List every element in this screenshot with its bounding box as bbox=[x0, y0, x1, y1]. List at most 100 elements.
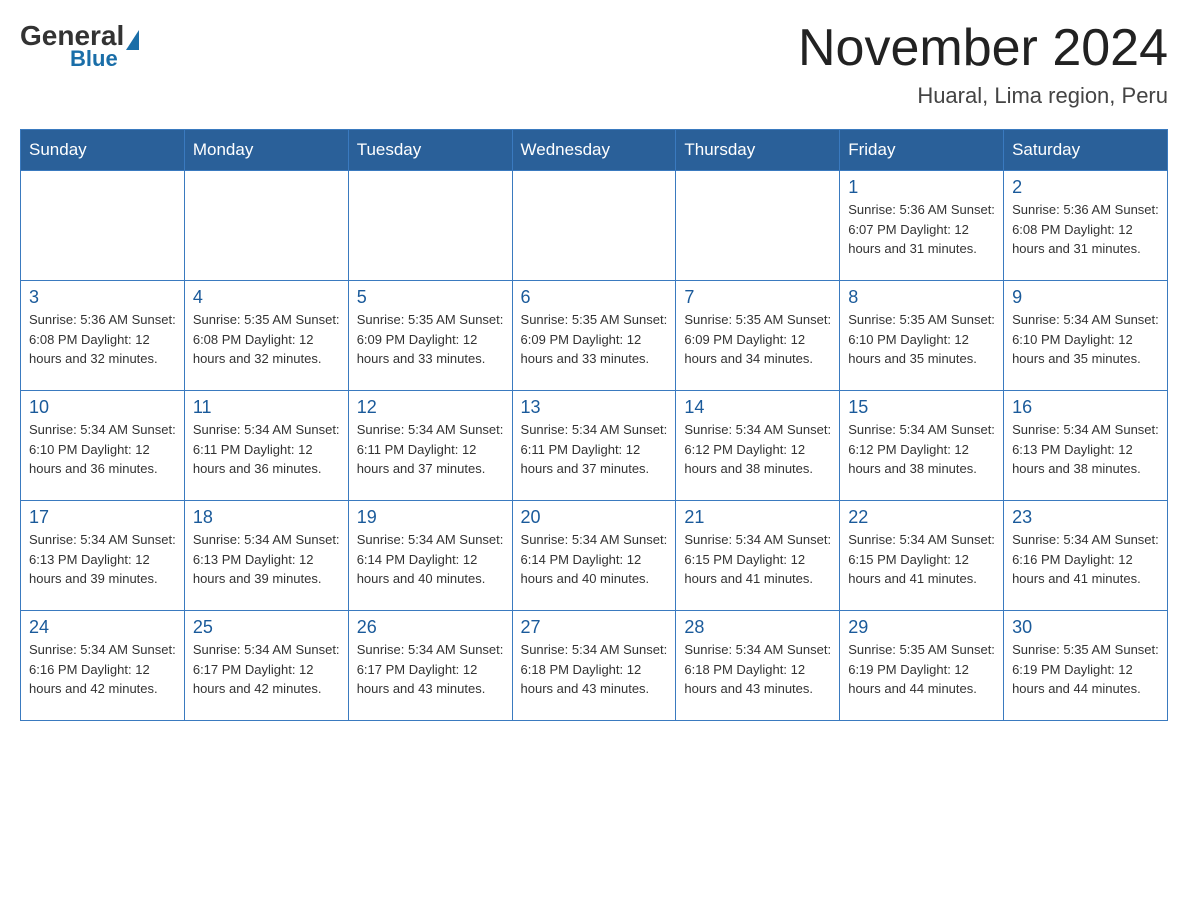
day-number: 29 bbox=[848, 617, 995, 638]
day-number: 25 bbox=[193, 617, 340, 638]
col-header-friday: Friday bbox=[840, 130, 1004, 171]
title-section: November 2024 Huaral, Lima region, Peru bbox=[798, 20, 1168, 109]
day-info: Sunrise: 5:34 AM Sunset: 6:11 PM Dayligh… bbox=[357, 420, 504, 479]
day-info: Sunrise: 5:35 AM Sunset: 6:09 PM Dayligh… bbox=[521, 310, 668, 369]
day-number: 5 bbox=[357, 287, 504, 308]
day-info: Sunrise: 5:34 AM Sunset: 6:17 PM Dayligh… bbox=[357, 640, 504, 699]
calendar-cell: 14Sunrise: 5:34 AM Sunset: 6:12 PM Dayli… bbox=[676, 391, 840, 501]
calendar-cell: 20Sunrise: 5:34 AM Sunset: 6:14 PM Dayli… bbox=[512, 501, 676, 611]
day-info: Sunrise: 5:34 AM Sunset: 6:11 PM Dayligh… bbox=[193, 420, 340, 479]
day-info: Sunrise: 5:34 AM Sunset: 6:12 PM Dayligh… bbox=[684, 420, 831, 479]
day-info: Sunrise: 5:34 AM Sunset: 6:15 PM Dayligh… bbox=[684, 530, 831, 589]
calendar-cell bbox=[21, 171, 185, 281]
col-header-thursday: Thursday bbox=[676, 130, 840, 171]
day-number: 20 bbox=[521, 507, 668, 528]
day-number: 17 bbox=[29, 507, 176, 528]
calendar-header-row: SundayMondayTuesdayWednesdayThursdayFrid… bbox=[21, 130, 1168, 171]
day-number: 8 bbox=[848, 287, 995, 308]
day-info: Sunrise: 5:34 AM Sunset: 6:10 PM Dayligh… bbox=[29, 420, 176, 479]
day-info: Sunrise: 5:34 AM Sunset: 6:11 PM Dayligh… bbox=[521, 420, 668, 479]
day-info: Sunrise: 5:36 AM Sunset: 6:08 PM Dayligh… bbox=[29, 310, 176, 369]
calendar-cell: 12Sunrise: 5:34 AM Sunset: 6:11 PM Dayli… bbox=[348, 391, 512, 501]
calendar-cell: 13Sunrise: 5:34 AM Sunset: 6:11 PM Dayli… bbox=[512, 391, 676, 501]
calendar-cell: 5Sunrise: 5:35 AM Sunset: 6:09 PM Daylig… bbox=[348, 281, 512, 391]
calendar-cell: 18Sunrise: 5:34 AM Sunset: 6:13 PM Dayli… bbox=[184, 501, 348, 611]
calendar-cell: 15Sunrise: 5:34 AM Sunset: 6:12 PM Dayli… bbox=[840, 391, 1004, 501]
calendar-week-2: 3Sunrise: 5:36 AM Sunset: 6:08 PM Daylig… bbox=[21, 281, 1168, 391]
day-info: Sunrise: 5:34 AM Sunset: 6:14 PM Dayligh… bbox=[521, 530, 668, 589]
day-info: Sunrise: 5:35 AM Sunset: 6:19 PM Dayligh… bbox=[848, 640, 995, 699]
calendar-cell bbox=[184, 171, 348, 281]
day-info: Sunrise: 5:34 AM Sunset: 6:14 PM Dayligh… bbox=[357, 530, 504, 589]
day-number: 2 bbox=[1012, 177, 1159, 198]
logo: General Blue bbox=[20, 20, 139, 72]
day-number: 7 bbox=[684, 287, 831, 308]
col-header-monday: Monday bbox=[184, 130, 348, 171]
day-info: Sunrise: 5:35 AM Sunset: 6:10 PM Dayligh… bbox=[848, 310, 995, 369]
month-title: November 2024 bbox=[798, 20, 1168, 77]
calendar-week-5: 24Sunrise: 5:34 AM Sunset: 6:16 PM Dayli… bbox=[21, 611, 1168, 721]
day-number: 13 bbox=[521, 397, 668, 418]
calendar-cell: 24Sunrise: 5:34 AM Sunset: 6:16 PM Dayli… bbox=[21, 611, 185, 721]
calendar-cell bbox=[512, 171, 676, 281]
calendar-cell: 3Sunrise: 5:36 AM Sunset: 6:08 PM Daylig… bbox=[21, 281, 185, 391]
day-number: 1 bbox=[848, 177, 995, 198]
day-info: Sunrise: 5:34 AM Sunset: 6:12 PM Dayligh… bbox=[848, 420, 995, 479]
day-info: Sunrise: 5:35 AM Sunset: 6:08 PM Dayligh… bbox=[193, 310, 340, 369]
calendar-cell: 7Sunrise: 5:35 AM Sunset: 6:09 PM Daylig… bbox=[676, 281, 840, 391]
calendar-cell: 2Sunrise: 5:36 AM Sunset: 6:08 PM Daylig… bbox=[1004, 171, 1168, 281]
calendar-cell: 4Sunrise: 5:35 AM Sunset: 6:08 PM Daylig… bbox=[184, 281, 348, 391]
day-info: Sunrise: 5:34 AM Sunset: 6:16 PM Dayligh… bbox=[1012, 530, 1159, 589]
calendar-cell: 1Sunrise: 5:36 AM Sunset: 6:07 PM Daylig… bbox=[840, 171, 1004, 281]
calendar-cell: 25Sunrise: 5:34 AM Sunset: 6:17 PM Dayli… bbox=[184, 611, 348, 721]
day-info: Sunrise: 5:34 AM Sunset: 6:17 PM Dayligh… bbox=[193, 640, 340, 699]
calendar-cell: 16Sunrise: 5:34 AM Sunset: 6:13 PM Dayli… bbox=[1004, 391, 1168, 501]
calendar-cell: 19Sunrise: 5:34 AM Sunset: 6:14 PM Dayli… bbox=[348, 501, 512, 611]
calendar-cell: 28Sunrise: 5:34 AM Sunset: 6:18 PM Dayli… bbox=[676, 611, 840, 721]
calendar-cell: 26Sunrise: 5:34 AM Sunset: 6:17 PM Dayli… bbox=[348, 611, 512, 721]
calendar-cell: 11Sunrise: 5:34 AM Sunset: 6:11 PM Dayli… bbox=[184, 391, 348, 501]
day-number: 24 bbox=[29, 617, 176, 638]
col-header-tuesday: Tuesday bbox=[348, 130, 512, 171]
day-info: Sunrise: 5:36 AM Sunset: 6:07 PM Dayligh… bbox=[848, 200, 995, 259]
calendar-cell: 6Sunrise: 5:35 AM Sunset: 6:09 PM Daylig… bbox=[512, 281, 676, 391]
calendar-week-3: 10Sunrise: 5:34 AM Sunset: 6:10 PM Dayli… bbox=[21, 391, 1168, 501]
day-number: 26 bbox=[357, 617, 504, 638]
day-number: 11 bbox=[193, 397, 340, 418]
day-info: Sunrise: 5:34 AM Sunset: 6:13 PM Dayligh… bbox=[1012, 420, 1159, 479]
day-number: 27 bbox=[521, 617, 668, 638]
day-number: 18 bbox=[193, 507, 340, 528]
day-info: Sunrise: 5:35 AM Sunset: 6:09 PM Dayligh… bbox=[684, 310, 831, 369]
calendar-cell: 9Sunrise: 5:34 AM Sunset: 6:10 PM Daylig… bbox=[1004, 281, 1168, 391]
calendar-table: SundayMondayTuesdayWednesdayThursdayFrid… bbox=[20, 129, 1168, 721]
col-header-wednesday: Wednesday bbox=[512, 130, 676, 171]
calendar-cell bbox=[348, 171, 512, 281]
day-number: 22 bbox=[848, 507, 995, 528]
logo-blue-text: Blue bbox=[70, 46, 118, 72]
day-number: 9 bbox=[1012, 287, 1159, 308]
calendar-cell bbox=[676, 171, 840, 281]
calendar-week-4: 17Sunrise: 5:34 AM Sunset: 6:13 PM Dayli… bbox=[21, 501, 1168, 611]
day-info: Sunrise: 5:34 AM Sunset: 6:10 PM Dayligh… bbox=[1012, 310, 1159, 369]
day-number: 4 bbox=[193, 287, 340, 308]
day-number: 21 bbox=[684, 507, 831, 528]
day-number: 30 bbox=[1012, 617, 1159, 638]
calendar-cell: 23Sunrise: 5:34 AM Sunset: 6:16 PM Dayli… bbox=[1004, 501, 1168, 611]
day-info: Sunrise: 5:35 AM Sunset: 6:19 PM Dayligh… bbox=[1012, 640, 1159, 699]
calendar-cell: 22Sunrise: 5:34 AM Sunset: 6:15 PM Dayli… bbox=[840, 501, 1004, 611]
day-info: Sunrise: 5:34 AM Sunset: 6:18 PM Dayligh… bbox=[684, 640, 831, 699]
day-number: 28 bbox=[684, 617, 831, 638]
day-info: Sunrise: 5:36 AM Sunset: 6:08 PM Dayligh… bbox=[1012, 200, 1159, 259]
day-info: Sunrise: 5:34 AM Sunset: 6:13 PM Dayligh… bbox=[29, 530, 176, 589]
day-info: Sunrise: 5:34 AM Sunset: 6:16 PM Dayligh… bbox=[29, 640, 176, 699]
day-number: 23 bbox=[1012, 507, 1159, 528]
calendar-week-1: 1Sunrise: 5:36 AM Sunset: 6:07 PM Daylig… bbox=[21, 171, 1168, 281]
calendar-cell: 10Sunrise: 5:34 AM Sunset: 6:10 PM Dayli… bbox=[21, 391, 185, 501]
day-info: Sunrise: 5:34 AM Sunset: 6:15 PM Dayligh… bbox=[848, 530, 995, 589]
col-header-sunday: Sunday bbox=[21, 130, 185, 171]
day-number: 10 bbox=[29, 397, 176, 418]
calendar-cell: 8Sunrise: 5:35 AM Sunset: 6:10 PM Daylig… bbox=[840, 281, 1004, 391]
day-info: Sunrise: 5:34 AM Sunset: 6:18 PM Dayligh… bbox=[521, 640, 668, 699]
calendar-cell: 21Sunrise: 5:34 AM Sunset: 6:15 PM Dayli… bbox=[676, 501, 840, 611]
calendar-cell: 29Sunrise: 5:35 AM Sunset: 6:19 PM Dayli… bbox=[840, 611, 1004, 721]
